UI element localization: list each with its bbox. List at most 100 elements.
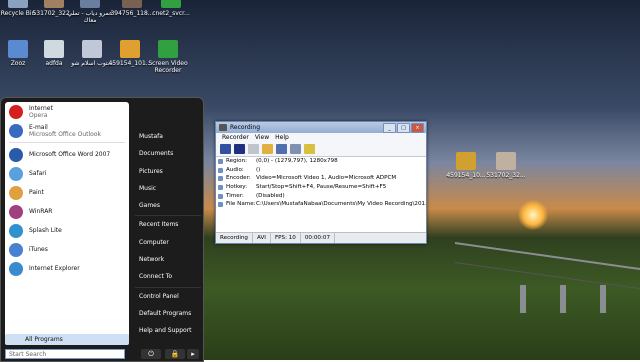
desktop-file-icon [496, 152, 516, 170]
status-bar: Recording AVI FPS: 10 00:00:07 [216, 232, 426, 243]
recording-window: Recording _ □ × Recorder View Help Region:… [215, 121, 427, 244]
recent-program-item[interactable]: iTunes [5, 240, 129, 259]
outlook-icon [9, 123, 23, 138]
recent-program-item[interactable]: Splash Lite [5, 221, 129, 240]
safari-icon [9, 166, 23, 181]
start-menu-place-item[interactable]: Pictures [135, 163, 201, 180]
all-programs-button[interactable]: All Programs [5, 334, 129, 345]
start-search-input[interactable]: Start Search [5, 349, 125, 359]
info-value: Video=Microsoft Video 1, Audio=Microsoft… [256, 175, 397, 182]
recent-program-label: Internet Explorer [29, 265, 80, 272]
stop-icon[interactable] [234, 144, 245, 154]
recent-program-item[interactable]: Safari [5, 164, 129, 183]
start-menu-place-item[interactable]: Recent Items [135, 215, 201, 233]
recent-program-label: Splash Lite [29, 227, 62, 234]
pause-icon[interactable] [220, 144, 231, 154]
info-row: Audio:() [216, 166, 426, 175]
info-row: File Name: C:\Users\MustafaNabaa\Document… [216, 200, 426, 209]
desktop-file-icon [158, 40, 178, 58]
hotkey-icon[interactable] [304, 144, 315, 154]
desktop-icon[interactable]: Screen Video Recorder [142, 40, 194, 74]
start-menu-place-item[interactable]: Documents [135, 145, 201, 162]
menu-item[interactable]: Recorder [222, 133, 249, 142]
recent-program-item[interactable]: WinRAR [5, 202, 129, 221]
pinned-item-subtitle: Microsoft Office Outlook [29, 130, 101, 138]
toolbar [216, 142, 426, 157]
recent-program-item[interactable]: Paint [5, 183, 129, 202]
start-menu: Internet Opera E-mail Microsoft Office Outl… [0, 97, 204, 362]
start-menu-place-item[interactable]: Connect To [135, 268, 201, 285]
close-button[interactable]: × [411, 123, 424, 133]
recent-program-item[interactable]: Internet Explorer [5, 259, 129, 278]
recent-program-label: WinRAR [29, 208, 53, 215]
start-menu-place-item[interactable]: Default Programs [135, 305, 201, 322]
recent-program-label: Microsoft Office Word 2007 [29, 151, 111, 158]
divider [9, 142, 125, 143]
window-titlebar[interactable]: Recording _ □ × [216, 122, 426, 133]
start-menu-place-item[interactable]: Help and Support [135, 322, 201, 339]
pinned-item[interactable]: Internet Opera [5, 102, 129, 121]
info-value: C:\Users\MustafaNabaa\Documents\My Video… [256, 201, 426, 208]
desktop-icon-label: 531702_32... [486, 172, 526, 179]
info-key: File Name: [216, 200, 256, 209]
start-menu-place-item[interactable]: Control Panel [135, 286, 201, 305]
lock-icon[interactable]: 🔒 [165, 349, 185, 359]
start-menu-place-item[interactable]: Network [135, 251, 201, 268]
recent-program-item[interactable]: Microsoft Office Word 2007 [5, 145, 129, 164]
record-settings-icon[interactable] [276, 144, 287, 154]
start-menu-programs: Internet Opera E-mail Microsoft Office Outl… [5, 102, 129, 340]
status-field: Recording [216, 233, 253, 243]
start-menu-place-item[interactable]: Music [135, 180, 201, 197]
desktop-file-icon [82, 40, 102, 58]
info-value: (Disabled) [256, 192, 285, 199]
recent-program-label: iTunes [29, 246, 48, 253]
desktop-icon[interactable]: cnet2_svcr... [145, 0, 197, 17]
bridge-pillar [600, 285, 606, 313]
maximize-button[interactable]: □ [397, 123, 410, 133]
pinned-item-text: Internet Opera [29, 105, 53, 119]
pinned-item-title: E-mail [29, 123, 48, 131]
menu-bar: Recorder View Help [216, 133, 426, 142]
ie-icon [9, 261, 23, 276]
window-title: Recording [230, 124, 261, 131]
power-icon[interactable]: ⏻ [141, 349, 161, 359]
play-icon[interactable] [248, 144, 259, 154]
pinned-item-subtitle: Opera [29, 111, 48, 119]
pinned-item[interactable]: E-mail Microsoft Office Outlook [5, 121, 129, 140]
menu-item[interactable]: Help [275, 133, 289, 142]
opera-icon [9, 104, 23, 119]
recent-program-label: Safari [29, 170, 47, 177]
desktop-file-icon [80, 0, 100, 8]
info-row: Encoder: Video=Microsoft Video 1, Audio=M… [216, 174, 426, 183]
recent-program-label: Paint [29, 189, 44, 196]
splash-icon [9, 223, 23, 238]
start-menu-place-item[interactable]: Computer [135, 234, 201, 251]
desktop-file-icon [161, 0, 181, 8]
bridge-road [455, 241, 640, 290]
start-menu-place-item[interactable]: Mustafa [135, 128, 201, 145]
desktop-file-icon [8, 40, 28, 58]
paint-icon [9, 185, 23, 200]
desktop-file-icon [8, 0, 28, 8]
app-icon [219, 124, 227, 131]
info-row: Hotkey: Start/Stop=Shift+F4, Pause/Resume… [216, 183, 426, 192]
desktop-file-icon [122, 0, 142, 8]
pinned-item-text: E-mail Microsoft Office Outlook [29, 124, 101, 138]
info-value: Start/Stop=Shift+F4, Pause/Resume=Shift+… [256, 184, 387, 191]
status-field: FPS: 10 [271, 233, 301, 243]
desktop-file-icon [456, 152, 476, 170]
options-icon[interactable] [290, 144, 301, 154]
minimize-button[interactable]: _ [383, 123, 396, 133]
bridge-pillar [520, 285, 526, 313]
info-key: Encoder: [216, 174, 256, 183]
desktop-icon[interactable]: 531702_32... [480, 152, 532, 179]
status-field: 00:00:07 [301, 233, 335, 243]
info-value: () [256, 166, 261, 173]
menu-item[interactable]: View [255, 133, 269, 142]
sun [518, 200, 548, 230]
desktop-file-icon [120, 40, 140, 58]
open-folder-icon[interactable] [262, 144, 273, 154]
start-menu-place-item[interactable]: Games [135, 197, 201, 214]
arrow-right-icon[interactable]: ▸ [187, 349, 199, 359]
info-key: Hotkey: [216, 183, 256, 192]
